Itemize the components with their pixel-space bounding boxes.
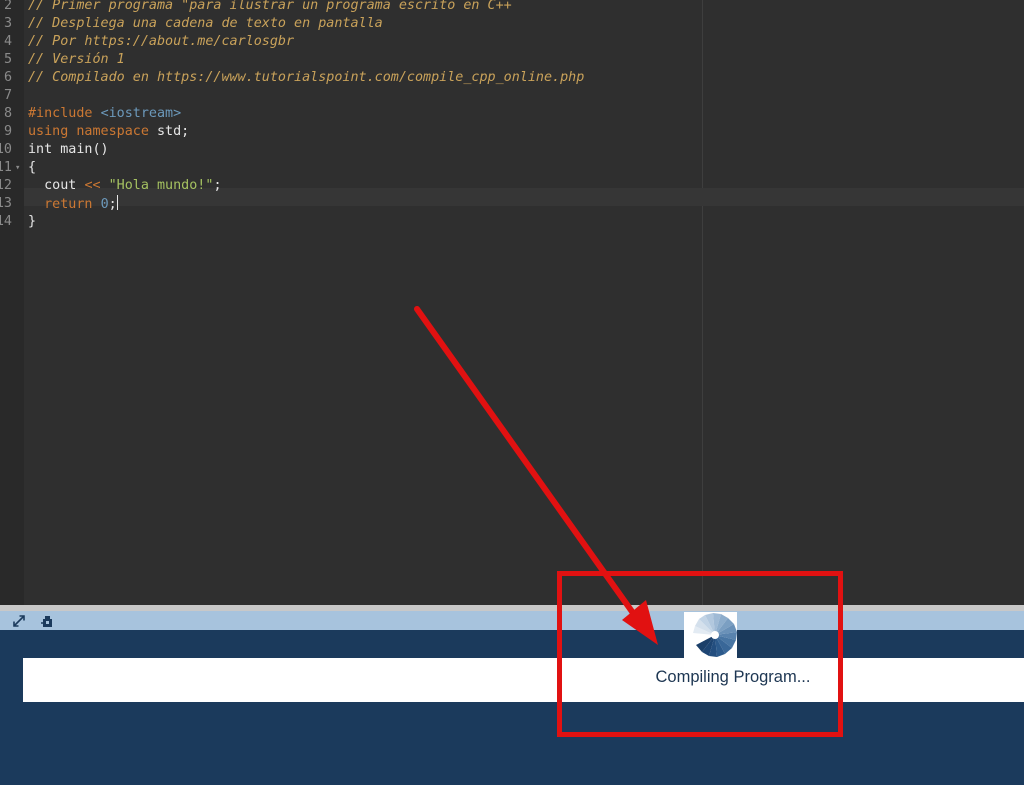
code-token-comment: // Versión 1 [28, 52, 125, 67]
code-line[interactable]: 8 #include <iostream> [0, 105, 1024, 123]
code-token-lib: <iostream> [100, 106, 182, 121]
line-number: 11 [0, 160, 12, 175]
code-line[interactable]: 3 // Despliega una cadena de texto en pan… [0, 15, 1024, 33]
code-token-plain: { [28, 160, 37, 175]
line-number: 4 [3, 34, 12, 49]
code-line-text: // Versión 1 [28, 51, 125, 69]
code-token-operator: << [84, 178, 101, 193]
code-line-text: using namespace std; [28, 123, 189, 141]
code-line-text: cout << "Hola mundo!"; [28, 177, 222, 195]
line-number: 13 [0, 196, 12, 211]
line-number: 7 [3, 88, 12, 103]
code-token-plain: cout [28, 178, 85, 193]
code-token-keyword: return [28, 197, 101, 212]
code-line[interactable]: 13 return 0; [0, 195, 1024, 213]
code-line-text: #include <iostream> [28, 105, 181, 123]
line-number: 6 [3, 70, 12, 85]
code-token-number: 0 [100, 197, 109, 212]
code-token-keyword: using namespace [28, 124, 157, 139]
line-number: 2 [3, 0, 12, 13]
code-line-text: // Primer programa "para ilustrar un pro… [28, 0, 512, 15]
terminal-icon[interactable] [38, 612, 56, 629]
code-token-plain: ; [108, 197, 117, 212]
line-number: 12 [0, 178, 12, 193]
code-line[interactable]: 2 // Primer programa "para ilustrar un pr… [0, 0, 1024, 15]
code-line-text: // Por https://about.me/carlosgbr [28, 33, 294, 51]
line-number: 8 [3, 106, 12, 121]
line-number: 5 [3, 52, 12, 67]
fold-toggle-icon[interactable]: ▾ [15, 159, 20, 177]
code-token-plain: } [28, 214, 37, 229]
code-token-plain: int main() [28, 142, 109, 157]
text-cursor [116, 195, 118, 210]
code-line-text: return 0; [28, 195, 118, 214]
line-number: 14 [0, 214, 12, 229]
line-number: 3 [3, 16, 12, 31]
code-line[interactable]: 7 [0, 87, 1024, 105]
code-editor[interactable]: 2 // Primer programa "para ilustrar un pr… [0, 0, 1024, 605]
code-token-comment: // Por https://about.me/carlosgbr [28, 34, 295, 49]
code-line[interactable]: 11▾ { [0, 159, 1024, 177]
output-toolbar [0, 611, 1024, 630]
code-token-plain: ; [213, 178, 222, 193]
annotation-highlight-box [557, 571, 843, 737]
code-line[interactable]: 10 int main() [0, 141, 1024, 159]
code-line-text: } [28, 213, 36, 231]
code-line[interactable]: 4 // Por https://about.me/carlosgbr [0, 33, 1024, 51]
code-line[interactable]: 12 cout << "Hola mundo!"; [0, 177, 1024, 195]
code-token-comment: // Primer programa "para ilustrar un pro… [28, 0, 512, 13]
code-line-text: // Compilado en https://www.tutorialspoi… [28, 69, 584, 87]
code-line-text: // Despliega una cadena de texto en pant… [28, 15, 383, 33]
code-token-comment: // Compilado en https://www.tutorialspoi… [28, 70, 585, 85]
line-number: 10 [0, 142, 12, 157]
code-token-string: "Hola mundo!" [108, 178, 214, 193]
expand-arrows-icon[interactable] [10, 612, 28, 629]
code-line-text: int main() [28, 141, 109, 159]
code-line[interactable]: 5 // Versión 1 [0, 51, 1024, 69]
output-console: Compiling Program... [23, 658, 1024, 702]
line-number: 9 [3, 124, 12, 139]
code-token-comment: // Despliega una cadena de texto en pant… [28, 16, 383, 31]
code-line[interactable]: 14} [0, 213, 1024, 231]
code-line[interactable]: 9 using namespace std; [0, 123, 1024, 141]
output-panel: Compiling Program... [0, 630, 1024, 785]
code-token-plain: std; [157, 124, 190, 139]
code-line[interactable]: 6 // Compilado en https://www.tutorialspo… [0, 69, 1024, 87]
code-token-keyword: #include [28, 106, 101, 121]
code-line-text: { [28, 159, 36, 177]
